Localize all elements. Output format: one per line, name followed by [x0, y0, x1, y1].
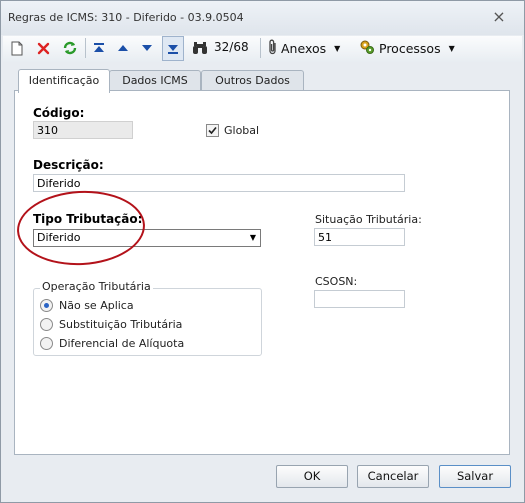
codigo-label: Código:: [33, 106, 85, 120]
cancel-button[interactable]: Cancelar: [357, 465, 429, 488]
previous-record-icon[interactable]: [115, 38, 131, 58]
tab-dados-icms[interactable]: Dados ICMS: [109, 70, 201, 91]
save-button[interactable]: Salvar: [439, 465, 511, 488]
radio-substituicao-tributaria-label: Substituição Tributária: [59, 318, 183, 331]
paperclip-icon: [268, 39, 278, 58]
tipo-tributacao-label: Tipo Tributação:: [33, 212, 143, 226]
codigo-field[interactable]: 310: [33, 121, 133, 139]
radio-diferencial-aliquota-label: Diferencial de Alíquota: [59, 337, 185, 350]
anexos-menu-button[interactable]: Anexos ▼: [268, 38, 340, 58]
radio-diferencial-aliquota[interactable]: [40, 337, 53, 350]
chevron-down-icon: ▼: [334, 43, 341, 53]
situacao-tributaria-field[interactable]: 51: [314, 228, 405, 246]
tipo-tributacao-value: Diferido: [37, 231, 81, 244]
operacao-tributaria-label: Operação Tributária: [40, 280, 153, 293]
toolbar-separator: [85, 38, 86, 58]
toolbar-separator: [260, 38, 261, 58]
processos-menu-button[interactable]: Processos ▼: [359, 38, 455, 58]
chevron-down-icon: ▼: [448, 43, 455, 53]
new-document-icon[interactable]: [9, 38, 25, 58]
descricao-label: Descrição:: [33, 158, 104, 172]
delete-icon[interactable]: [35, 38, 51, 58]
global-checkbox[interactable]: [206, 124, 219, 137]
refresh-icon[interactable]: [61, 38, 79, 58]
tipo-tributacao-select[interactable]: Diferido ▼: [33, 229, 261, 247]
chevron-down-icon: ▼: [249, 233, 256, 242]
next-record-icon[interactable]: [139, 38, 155, 58]
title-bar: Regras de ICMS: 310 - Diferido - 03.9.05…: [1, 1, 524, 35]
tab-outros-dados[interactable]: Outros Dados: [201, 70, 304, 91]
csosn-field[interactable]: [314, 290, 405, 308]
ok-button[interactable]: OK: [276, 465, 348, 488]
close-button[interactable]: ×: [492, 9, 506, 25]
global-label: Global: [224, 124, 260, 137]
processes-icon: [359, 39, 375, 58]
csosn-label: CSOSN:: [315, 275, 358, 288]
last-record-icon[interactable]: [162, 36, 184, 61]
radio-substituicao-tributaria[interactable]: [40, 318, 53, 331]
anexos-label: Anexos: [281, 40, 327, 56]
first-record-icon[interactable]: [91, 38, 107, 58]
radio-nao-se-aplica[interactable]: [40, 299, 53, 312]
radio-nao-se-aplica-label: Não se Aplica: [59, 299, 134, 312]
tab-panel: [14, 90, 510, 455]
window-title: Regras de ICMS: 310 - Diferido - 03.9.05…: [8, 11, 244, 24]
binoculars-icon[interactable]: [191, 38, 209, 58]
descricao-field[interactable]: Diferido: [33, 174, 405, 192]
situacao-tributaria-label: Situação Tributária:: [315, 213, 422, 226]
processos-label: Processos: [379, 40, 441, 56]
record-position: 32/68: [214, 40, 249, 54]
tab-identificacao[interactable]: Identificação: [18, 69, 110, 93]
